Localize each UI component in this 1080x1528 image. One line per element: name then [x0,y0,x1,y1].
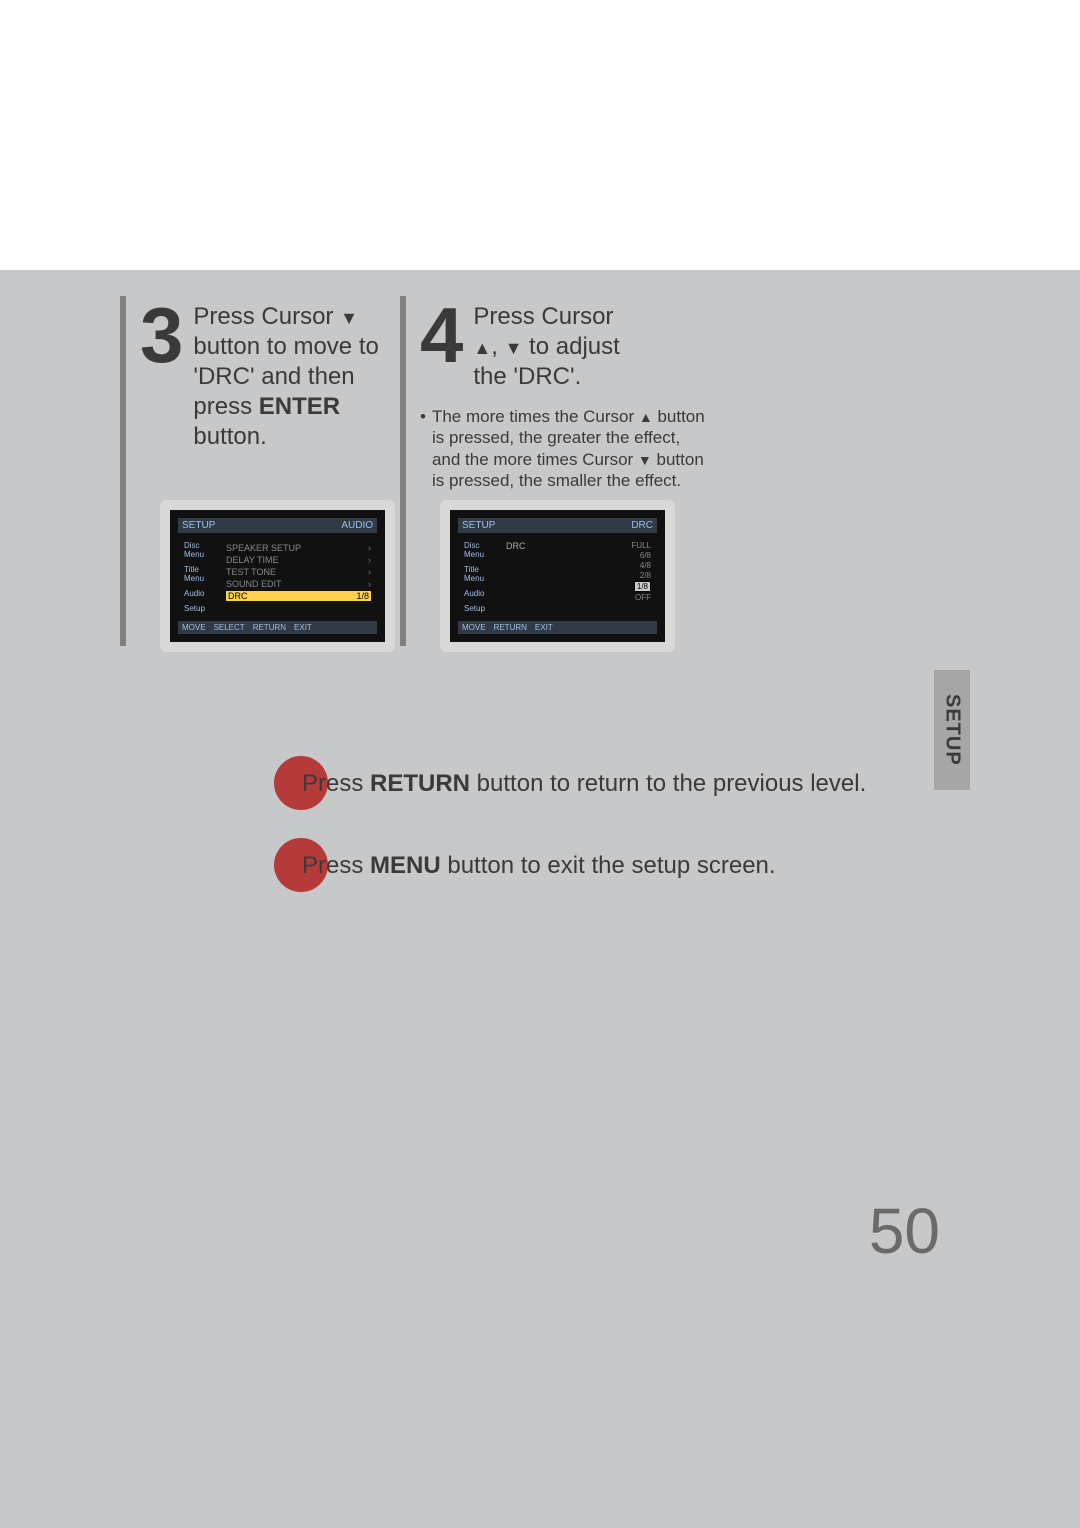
step4-line3: the 'DRC'. [473,363,581,390]
manual-page: 3 Press Cursor button to move to 'DRC' a… [0,0,1080,1528]
side-label: Title Menu [464,565,500,583]
screen4-scale: FULL 6/8 4/8 2/8 1/8 OFF [631,541,651,613]
side-tab-setup: SETUP [934,670,970,790]
step4-line2b: to adjust [522,333,619,360]
screen4-inner: SETUP DRC Disc Menu Title Menu Audio Set… [450,510,665,642]
side-label: Setup [464,604,500,613]
footer-item: RETURN [494,623,527,632]
cursor-down-icon [340,303,358,330]
step-3-text: Press Cursor button to move to 'DRC' and… [193,298,378,452]
screen3-row-selected: DRC1/8 [226,591,371,601]
screen4-title-left: SETUP [462,520,495,531]
step3-enter: ENTER [259,393,340,420]
note4-t1: The more times the Cursor [432,407,639,426]
step-4-note: • The more times the Cursor button is pr… [420,406,710,491]
screen3-rows: SPEAKER SETUP› DELAY TIME› TEST TONE› SO… [226,541,371,613]
menu-instruction: Press MENU button to exit the setup scre… [302,852,776,880]
cursor-up-icon-small [639,407,653,426]
screen3-row: SOUND EDIT› [226,579,371,589]
screen4-main: DRC FULL 6/8 4/8 2/8 1/8 OFF [506,541,651,613]
top-margin [0,0,1080,270]
menu-c: button to exit the setup screen. [441,852,776,879]
screen3-side-labels: Disc Menu Title Menu Audio Setup [184,541,220,613]
scale-val: 4/8 [640,561,651,570]
screen3-title-right: AUDIO [341,520,373,531]
screen3-row: TEST TONE› [226,567,371,577]
screen4-title: SETUP DRC [458,518,657,533]
screen-step-4: SETUP DRC Disc Menu Title Menu Audio Set… [440,500,675,652]
footer-item: EXIT [535,623,553,632]
step3-line3: 'DRC' and then [193,363,354,390]
screen4-footer: MOVE RETURN EXIT [458,621,657,634]
step-3: 3 Press Cursor button to move to 'DRC' a… [140,298,379,452]
scale-val: 6/8 [640,551,651,560]
screen3-title: SETUP AUDIO [178,518,377,533]
page-number: 50 [869,1194,940,1268]
step4-line1: Press Cursor [473,303,613,330]
scale-marker: 1/8 [634,581,651,592]
step3-line4a: press [193,393,258,420]
step-number-3: 3 [140,298,183,372]
side-label: Setup [184,604,220,613]
accent-line-left [120,296,126,646]
scale-val: FULL [631,541,651,550]
return-a: Press [302,770,370,797]
screen4-title-right: DRC [631,520,653,531]
cursor-down-icon-2 [505,333,523,360]
cursor-up-icon [473,333,491,360]
comma: , [491,333,504,360]
step-number-4: 4 [420,298,463,372]
side-label: Disc Menu [464,541,500,559]
screen3-row: DELAY TIME› [226,555,371,565]
return-c: button to return to the previous level. [470,770,866,797]
step-4-text: Press Cursor , to adjust the 'DRC'. [473,298,619,392]
side-label: Disc Menu [184,541,220,559]
accent-line-right [400,296,406,646]
note-4-text: The more times the Cursor button is pres… [432,406,710,491]
footer-item: SELECT [214,623,245,632]
side-label: Title Menu [184,565,220,583]
scale-val: OFF [635,593,651,602]
cursor-down-icon-small [638,450,652,469]
bullet-icon: • [420,406,426,491]
screen4-side-labels: Disc Menu Title Menu Audio Setup [464,541,500,613]
step-4: 4 Press Cursor , to adjust the 'DRC'. [420,298,620,392]
footer-item: MOVE [462,623,486,632]
side-label: Audio [464,589,500,598]
menu-b: MENU [370,852,441,879]
screen3-title-left: SETUP [182,520,215,531]
step3-line1: Press Cursor [193,303,340,330]
footer-item: RETURN [253,623,286,632]
side-tab-label: SETUP [941,694,964,766]
return-instruction: Press RETURN button to return to the pre… [302,770,866,798]
screen-step-3: SETUP AUDIO Disc Menu Title Menu Audio S… [160,500,395,652]
step3-line5: button. [193,423,266,450]
screen3-body: Disc Menu Title Menu Audio Setup SPEAKER… [178,537,377,617]
side-label: Audio [184,589,220,598]
footer-item: EXIT [294,623,312,632]
screen4-body: Disc Menu Title Menu Audio Setup DRC FUL… [458,537,657,617]
screen3-row: SPEAKER SETUP› [226,543,371,553]
step3-line2: button to move to [193,333,378,360]
screen3-inner: SETUP AUDIO Disc Menu Title Menu Audio S… [170,510,385,642]
screen4-drc-label: DRC [506,541,631,613]
footer-item: MOVE [182,623,206,632]
return-b: RETURN [370,770,470,797]
menu-a: Press [302,852,370,879]
scale-val: 2/8 [640,571,651,580]
screen3-footer: MOVE SELECT RETURN EXIT [178,621,377,634]
